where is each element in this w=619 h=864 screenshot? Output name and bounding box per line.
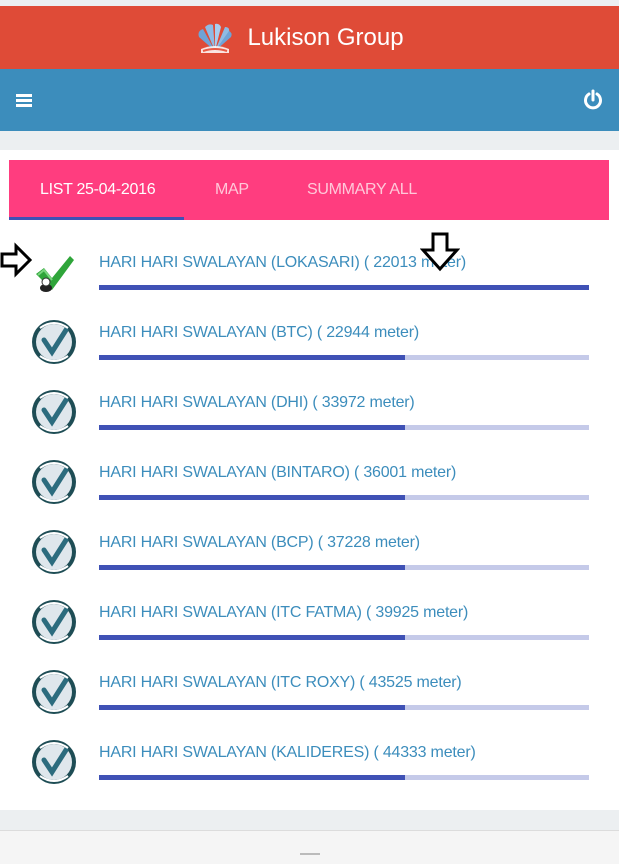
progress-bar [99,775,589,780]
store-label: HARI HARI SWALAYAN (ITC FATMA) ( 39925 m… [99,604,469,621]
store-label: HARI HARI SWALAYAN (DHI) ( 33972 meter) [99,394,415,411]
customer-promise-badge-icon [32,390,76,434]
bottom-bar [0,830,619,864]
progress-bar [99,635,589,640]
tab-list[interactable]: LIST 25-04-2016 [9,160,184,220]
store-label: HARI HARI SWALAYAN (BCP) ( 37228 meter) [99,534,420,551]
progress-bar-fill [99,285,589,290]
progress-bar [99,495,589,500]
store-label: HARI HARI SWALAYAN (KALIDERES) ( 44333 m… [99,744,476,761]
customer-promise-badge-icon [32,600,76,644]
store-label: HARI HARI SWALAYAN (BTC) ( 22944 meter) [99,324,419,341]
progress-bar [99,425,589,430]
navbar [0,69,619,131]
arrow-right-icon [0,242,32,278]
list-item[interactable]: HARI HARI SWALAYAN (ITC FATMA) ( 39925 m… [0,590,619,660]
progress-bar-fill [99,705,406,710]
progress-bar-fill [99,565,406,570]
lukison-logo-icon [198,23,233,53]
tab-summary-all[interactable]: SUMMARY ALL [307,160,417,220]
progress-bar-fill [99,355,406,360]
store-label: HARI HARI SWALAYAN (BINTARO) ( 36001 met… [99,464,457,481]
store-label: HARI HARI SWALAYAN (LOKASARI) ( 22013 me… [99,254,467,271]
checkmark-icon [36,256,74,292]
list-item[interactable]: HARI HARI SWALAYAN (BTC) ( 22944 meter) [0,310,619,380]
progress-bar [99,705,589,710]
customer-promise-badge-icon [32,670,76,714]
progress-bar-fill [99,425,406,430]
tab-bar: LIST 25-04-2016 MAP SUMMARY ALL [9,160,609,220]
list-item[interactable]: HARI HARI SWALAYAN (KALIDERES) ( 44333 m… [0,730,619,800]
resize-handle[interactable] [300,853,320,855]
customer-promise-badge-icon [32,320,76,364]
power-icon[interactable] [582,89,604,111]
list-item[interactable]: HARI HARI SWALAYAN (BINTARO) ( 36001 met… [0,450,619,520]
app-header: Lukison Group [0,6,619,69]
list-item[interactable]: HARI HARI SWALAYAN (DHI) ( 33972 meter) [0,380,619,450]
customer-promise-badge-icon [32,460,76,504]
arrow-down-icon [420,232,460,272]
brand-title: Lukison Group [247,23,404,51]
progress-bar [99,285,589,290]
progress-bar-fill [99,495,406,500]
hamburger-menu-icon[interactable] [14,91,36,109]
progress-bar [99,355,589,360]
store-label: HARI HARI SWALAYAN (ITC ROXY) ( 43525 me… [99,674,462,691]
list-item[interactable]: HARI HARI SWALAYAN (BCP) ( 37228 meter) [0,520,619,590]
tab-map[interactable]: MAP [215,160,249,220]
content-panel: LIST 25-04-2016 MAP SUMMARY ALL HARI HAR… [0,150,619,810]
progress-bar-fill [99,775,406,780]
customer-promise-badge-icon [32,530,76,574]
progress-bar-fill [99,635,406,640]
customer-promise-badge-icon [32,740,76,784]
list-item[interactable]: HARI HARI SWALAYAN (LOKASARI) ( 22013 me… [0,240,619,310]
list-item[interactable]: HARI HARI SWALAYAN (ITC ROXY) ( 43525 me… [0,660,619,730]
progress-bar [99,565,589,570]
